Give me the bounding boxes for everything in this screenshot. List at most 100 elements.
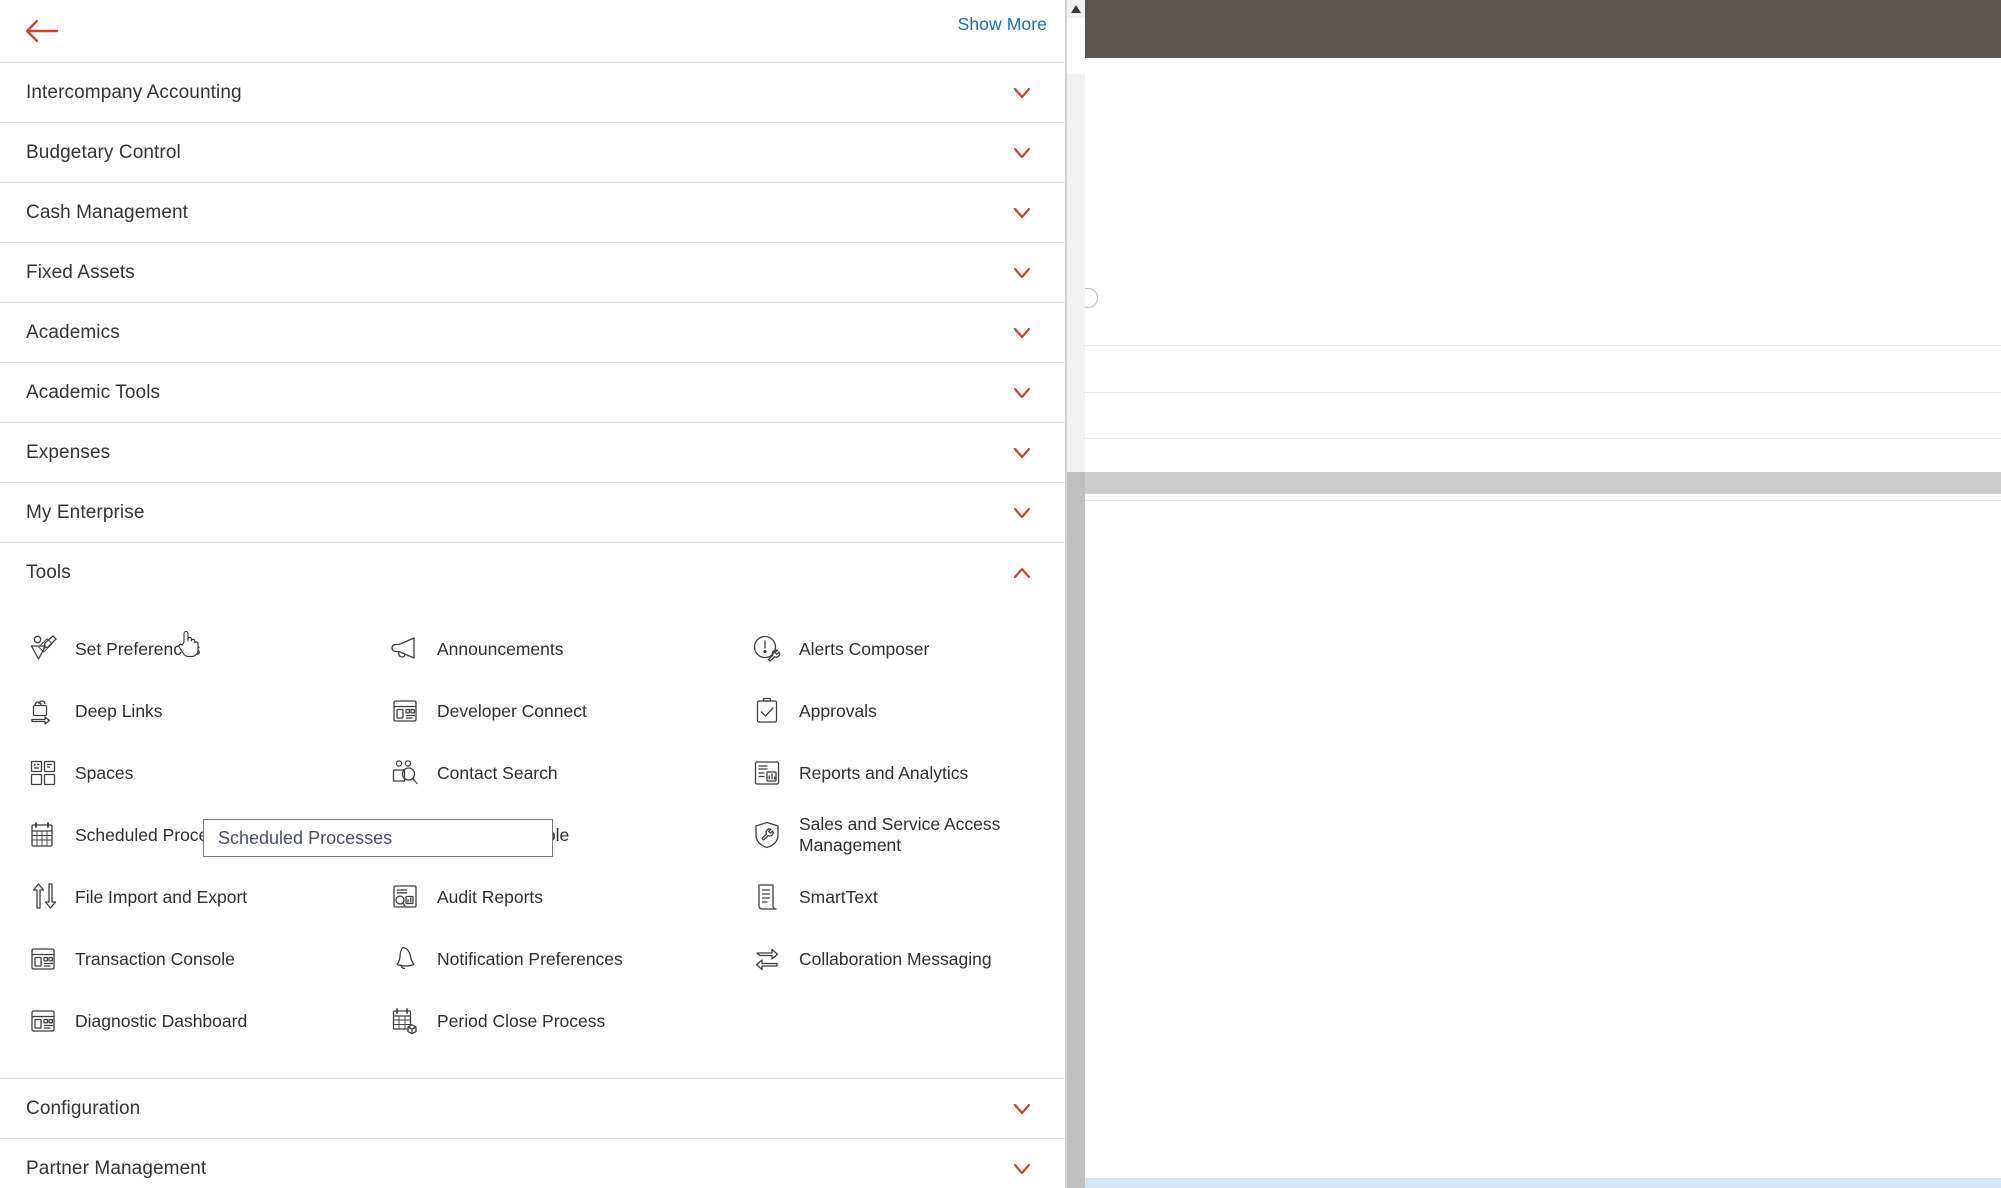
tool-label: Approvals bbox=[799, 700, 877, 721]
tool-item-audit-reports[interactable]: Audit Reports bbox=[388, 866, 750, 928]
tool-item-reports-and-analytics[interactable]: Reports and Analytics bbox=[750, 742, 1039, 804]
chevron-down-icon bbox=[1011, 202, 1033, 224]
tool-item-alerts-composer[interactable]: Alerts Composer bbox=[750, 618, 1039, 680]
show-more-link[interactable]: Show More bbox=[958, 14, 1047, 35]
accordion-label: Expenses bbox=[26, 441, 111, 463]
tool-item-sales-and-service-access-management[interactable]: Sales and Service Access Management bbox=[750, 804, 1039, 866]
tool-item-file-import-and-export[interactable]: File Import and Export bbox=[26, 866, 388, 928]
back-arrow-icon[interactable] bbox=[22, 12, 62, 50]
accordion-row-academics[interactable]: Academics bbox=[0, 302, 1065, 362]
diagnostic-dashboard-icon bbox=[26, 1004, 60, 1038]
tool-label: Collaboration Messaging bbox=[799, 948, 992, 969]
tools-grid-spacer bbox=[750, 990, 1039, 1052]
tool-label: SmartText bbox=[799, 886, 878, 907]
chevron-down-icon bbox=[1011, 442, 1033, 464]
accordion-row-fixed-assets[interactable]: Fixed Assets bbox=[0, 242, 1065, 302]
navigator-panel: Show More - Intercompany Accounting Budg… bbox=[0, 0, 1066, 1188]
tool-item-transaction-console[interactable]: Transaction Console bbox=[26, 928, 388, 990]
accordion-label: Academic Tools bbox=[26, 381, 161, 403]
tool-item-collaboration-messaging[interactable]: Collaboration Messaging bbox=[750, 928, 1039, 990]
chevron-down-icon bbox=[1011, 322, 1033, 344]
chevron-down-icon bbox=[1011, 1158, 1033, 1180]
tool-label: Audit Reports bbox=[437, 886, 544, 907]
reports-and-analytics-icon bbox=[750, 756, 784, 790]
tool-label: Notification Preferences bbox=[437, 948, 623, 969]
announcements-icon bbox=[388, 632, 422, 666]
accordion-label: My Enterprise bbox=[26, 501, 145, 523]
tool-label: Sales and Service Access Management bbox=[799, 814, 1001, 855]
chevron-down-icon bbox=[1011, 1098, 1033, 1120]
scroll-up-arrow-icon[interactable] bbox=[1067, 0, 1085, 18]
tool-item-announcements[interactable]: Announcements bbox=[388, 618, 750, 680]
background-table-line bbox=[1085, 438, 2001, 439]
audit-reports-icon bbox=[388, 880, 422, 914]
tool-label: Spaces bbox=[75, 762, 134, 783]
accordion-row-configuration[interactable]: Configuration bbox=[0, 1078, 1065, 1138]
scrollbar-thumb[interactable] bbox=[1067, 472, 1085, 1188]
accordion-row-intercompany-accounting[interactable]: Intercompany Accounting bbox=[0, 62, 1065, 122]
accordion-row-academic-tools[interactable]: Academic Tools bbox=[0, 362, 1065, 422]
accordion-row-partner-management[interactable]: Partner Management bbox=[0, 1138, 1065, 1188]
accordion-label: Tools bbox=[26, 561, 71, 583]
chevron-down-icon bbox=[1011, 382, 1033, 404]
tool-item-deep-links[interactable]: Deep Links bbox=[26, 680, 388, 742]
tool-label: Transaction Console bbox=[75, 948, 235, 969]
chevron-up-icon bbox=[1011, 562, 1033, 584]
chevron-down-icon bbox=[1011, 82, 1033, 104]
tool-label: Developer Connect bbox=[437, 700, 587, 721]
tooltip-scheduled-processes: Scheduled Processes bbox=[203, 819, 553, 857]
chevron-down-icon bbox=[1011, 142, 1033, 164]
collaboration-messaging-icon bbox=[750, 942, 784, 976]
smarttext-icon bbox=[750, 880, 784, 914]
tool-item-diagnostic-dashboard[interactable]: Diagnostic Dashboard bbox=[26, 990, 388, 1052]
tool-label: Deep Links bbox=[75, 700, 163, 721]
sales-and-service-access-management-icon bbox=[750, 818, 784, 852]
accordion-label: Partner Management bbox=[26, 1157, 207, 1179]
tool-label: Alerts Composer bbox=[799, 638, 930, 659]
clipped-header-text: - bbox=[196, 30, 202, 44]
accordion-row-tools[interactable]: Tools bbox=[0, 542, 1065, 602]
tool-item-smarttext[interactable]: SmartText bbox=[750, 866, 1039, 928]
tool-item-notification-preferences[interactable]: Notification Preferences bbox=[388, 928, 750, 990]
accordion-label: Cash Management bbox=[26, 201, 189, 223]
panel-header: Show More - bbox=[0, 0, 1065, 62]
tool-label: Announcements bbox=[437, 638, 564, 659]
panel-scrollbar[interactable] bbox=[1066, 0, 1085, 1188]
accordion-label: Intercompany Accounting bbox=[26, 81, 242, 103]
tool-label: Contact Search bbox=[437, 762, 558, 783]
tool-item-set-preferences[interactable]: Set Preferences bbox=[26, 618, 388, 680]
panel-scroll-area: Intercompany Accounting Budgetary Contro… bbox=[0, 62, 1065, 1188]
background-table-line bbox=[1085, 392, 2001, 393]
scrollbar-track[interactable] bbox=[1067, 18, 1085, 74]
tool-item-developer-connect[interactable]: Developer Connect bbox=[388, 680, 750, 742]
background-top-bar bbox=[1085, 0, 2001, 58]
accordion-label: Configuration bbox=[26, 1097, 141, 1119]
approvals-icon bbox=[750, 694, 784, 728]
spaces-icon bbox=[26, 756, 60, 790]
chevron-down-icon bbox=[1011, 502, 1033, 524]
accordion-row-budgetary-control[interactable]: Budgetary Control bbox=[0, 122, 1065, 182]
tool-item-contact-search[interactable]: Contact Search bbox=[388, 742, 750, 804]
set-preferences-icon bbox=[26, 632, 60, 666]
contact-search-icon bbox=[388, 756, 422, 790]
accordion-label: Academics bbox=[26, 321, 120, 343]
deep-links-icon bbox=[26, 694, 60, 728]
tool-item-period-close-process[interactable]: Period Close Process bbox=[388, 990, 750, 1052]
accordion-row-cash-management[interactable]: Cash Management bbox=[0, 182, 1065, 242]
tool-item-spaces[interactable]: Spaces bbox=[26, 742, 388, 804]
tool-label: File Import and Export bbox=[75, 886, 248, 907]
accordion-label: Budgetary Control bbox=[26, 141, 181, 163]
accordion-row-my-enterprise[interactable]: My Enterprise bbox=[0, 482, 1065, 542]
tool-label: Reports and Analytics bbox=[799, 762, 969, 783]
notification-preferences-icon bbox=[388, 942, 422, 976]
tool-item-approvals[interactable]: Approvals bbox=[750, 680, 1039, 742]
alerts-composer-icon bbox=[750, 632, 784, 666]
tool-label: Set Preferences bbox=[75, 638, 201, 659]
tooltip-text: Scheduled Processes bbox=[218, 827, 393, 848]
accordion-label: Fixed Assets bbox=[26, 261, 135, 283]
tool-label: Diagnostic Dashboard bbox=[75, 1010, 248, 1031]
background-selected-row bbox=[1085, 472, 2001, 494]
accordion-row-expenses[interactable]: Expenses bbox=[0, 422, 1065, 482]
background-table-line bbox=[1085, 345, 2001, 346]
transaction-console-icon bbox=[26, 942, 60, 976]
